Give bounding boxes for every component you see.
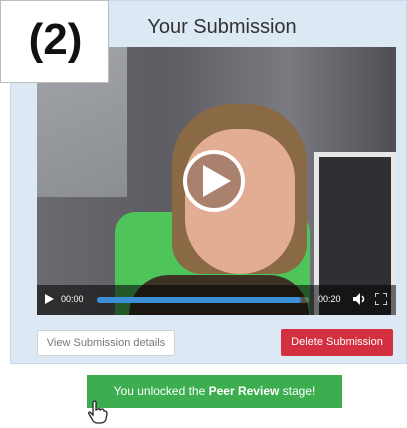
video-player[interactable]: 00:00 00:20 xyxy=(37,47,396,315)
view-submission-details-button[interactable]: View Submission details xyxy=(37,330,175,356)
banner-suffix: stage! xyxy=(279,384,316,398)
play-icon[interactable] xyxy=(45,294,54,304)
delete-submission-button[interactable]: Delete Submission xyxy=(281,329,393,356)
hand-cursor-icon xyxy=(88,400,108,424)
big-play-button[interactable] xyxy=(183,150,245,212)
page-title: Your Submission xyxy=(147,16,297,38)
progress-bar[interactable] xyxy=(97,297,309,303)
progress-fill xyxy=(97,297,301,303)
unlock-banner: You unlocked the Peer Review stage! xyxy=(87,375,342,408)
play-icon xyxy=(203,165,231,197)
current-time: 00:00 xyxy=(61,294,84,304)
step-label-box: (2) xyxy=(0,0,109,83)
step-label: (2) xyxy=(28,15,83,64)
banner-emphasis: Peer Review xyxy=(208,384,280,398)
duration: 00:20 xyxy=(318,294,341,304)
video-controls: 00:00 00:20 xyxy=(37,285,396,315)
banner-prefix: You unlocked the xyxy=(113,384,209,398)
volume-icon[interactable] xyxy=(353,293,367,305)
fullscreen-icon[interactable] xyxy=(375,293,387,305)
